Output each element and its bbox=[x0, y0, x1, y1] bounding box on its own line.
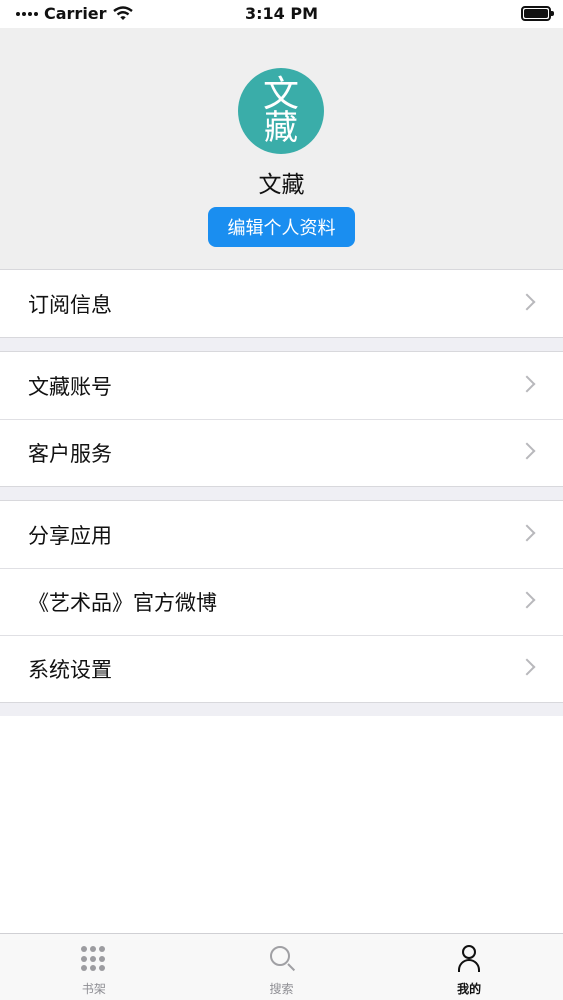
chevron-right-icon bbox=[518, 591, 536, 609]
settings-menu: 订阅信息 文藏账号 客户服务 分享应用 《艺术品》官方微博 系统设置 bbox=[0, 269, 563, 716]
menu-group-account: 文藏账号 客户服务 bbox=[0, 351, 563, 487]
screen: Carrier 3:14 PM 文 藏 文藏 编辑个人资料 订阅信息 文藏账号 … bbox=[0, 0, 563, 1000]
tab-label: 书架 bbox=[81, 982, 106, 996]
profile-name: 文藏 bbox=[258, 172, 305, 198]
menu-item-official-weibo[interactable]: 《艺术品》官方微博 bbox=[0, 568, 563, 635]
menu-item-share-app[interactable]: 分享应用 bbox=[0, 501, 563, 568]
search-icon bbox=[267, 944, 297, 974]
section-divider bbox=[0, 703, 563, 716]
menu-item-subscription[interactable]: 订阅信息 bbox=[0, 270, 563, 337]
menu-item-label: 订阅信息 bbox=[28, 292, 112, 317]
profile-header: 文 藏 文藏 编辑个人资料 bbox=[0, 28, 563, 269]
chevron-right-icon bbox=[518, 524, 536, 542]
battery-icon bbox=[521, 6, 554, 21]
chevron-right-icon bbox=[518, 442, 536, 460]
section-divider bbox=[0, 338, 563, 351]
menu-item-label: 分享应用 bbox=[28, 523, 112, 548]
edit-profile-button[interactable]: 编辑个人资料 bbox=[208, 207, 355, 247]
section-divider bbox=[0, 487, 563, 500]
tab-search[interactable]: 搜索 bbox=[188, 934, 376, 1000]
menu-item-system-settings[interactable]: 系统设置 bbox=[0, 635, 563, 702]
user-icon bbox=[454, 944, 484, 974]
menu-item-label: 系统设置 bbox=[28, 657, 112, 682]
status-time: 3:14 PM bbox=[244, 4, 318, 23]
status-bar: Carrier 3:14 PM bbox=[0, 0, 563, 28]
menu-item-account[interactable]: 文藏账号 bbox=[0, 352, 563, 419]
chevron-right-icon bbox=[518, 375, 536, 393]
avatar[interactable]: 文 藏 bbox=[238, 68, 324, 154]
menu-group-more: 分享应用 《艺术品》官方微博 系统设置 bbox=[0, 500, 563, 703]
menu-item-label: 《艺术品》官方微博 bbox=[28, 590, 217, 615]
grid-icon bbox=[79, 944, 109, 974]
menu-item-label: 客户服务 bbox=[28, 441, 112, 466]
tab-label: 搜索 bbox=[269, 982, 294, 996]
tab-mine[interactable]: 我的 bbox=[375, 934, 563, 1000]
tab-bookshelf[interactable]: 书架 bbox=[0, 934, 188, 1000]
avatar-text-bottom: 藏 bbox=[264, 108, 298, 148]
menu-group-subscription: 订阅信息 bbox=[0, 269, 563, 338]
chevron-right-icon bbox=[518, 658, 536, 676]
chevron-right-icon bbox=[518, 293, 536, 311]
menu-item-customer-service[interactable]: 客户服务 bbox=[0, 419, 563, 486]
tab-label: 我的 bbox=[457, 982, 482, 996]
tab-bar: 书架 搜索 我的 bbox=[0, 933, 563, 1000]
menu-item-label: 文藏账号 bbox=[28, 374, 112, 399]
